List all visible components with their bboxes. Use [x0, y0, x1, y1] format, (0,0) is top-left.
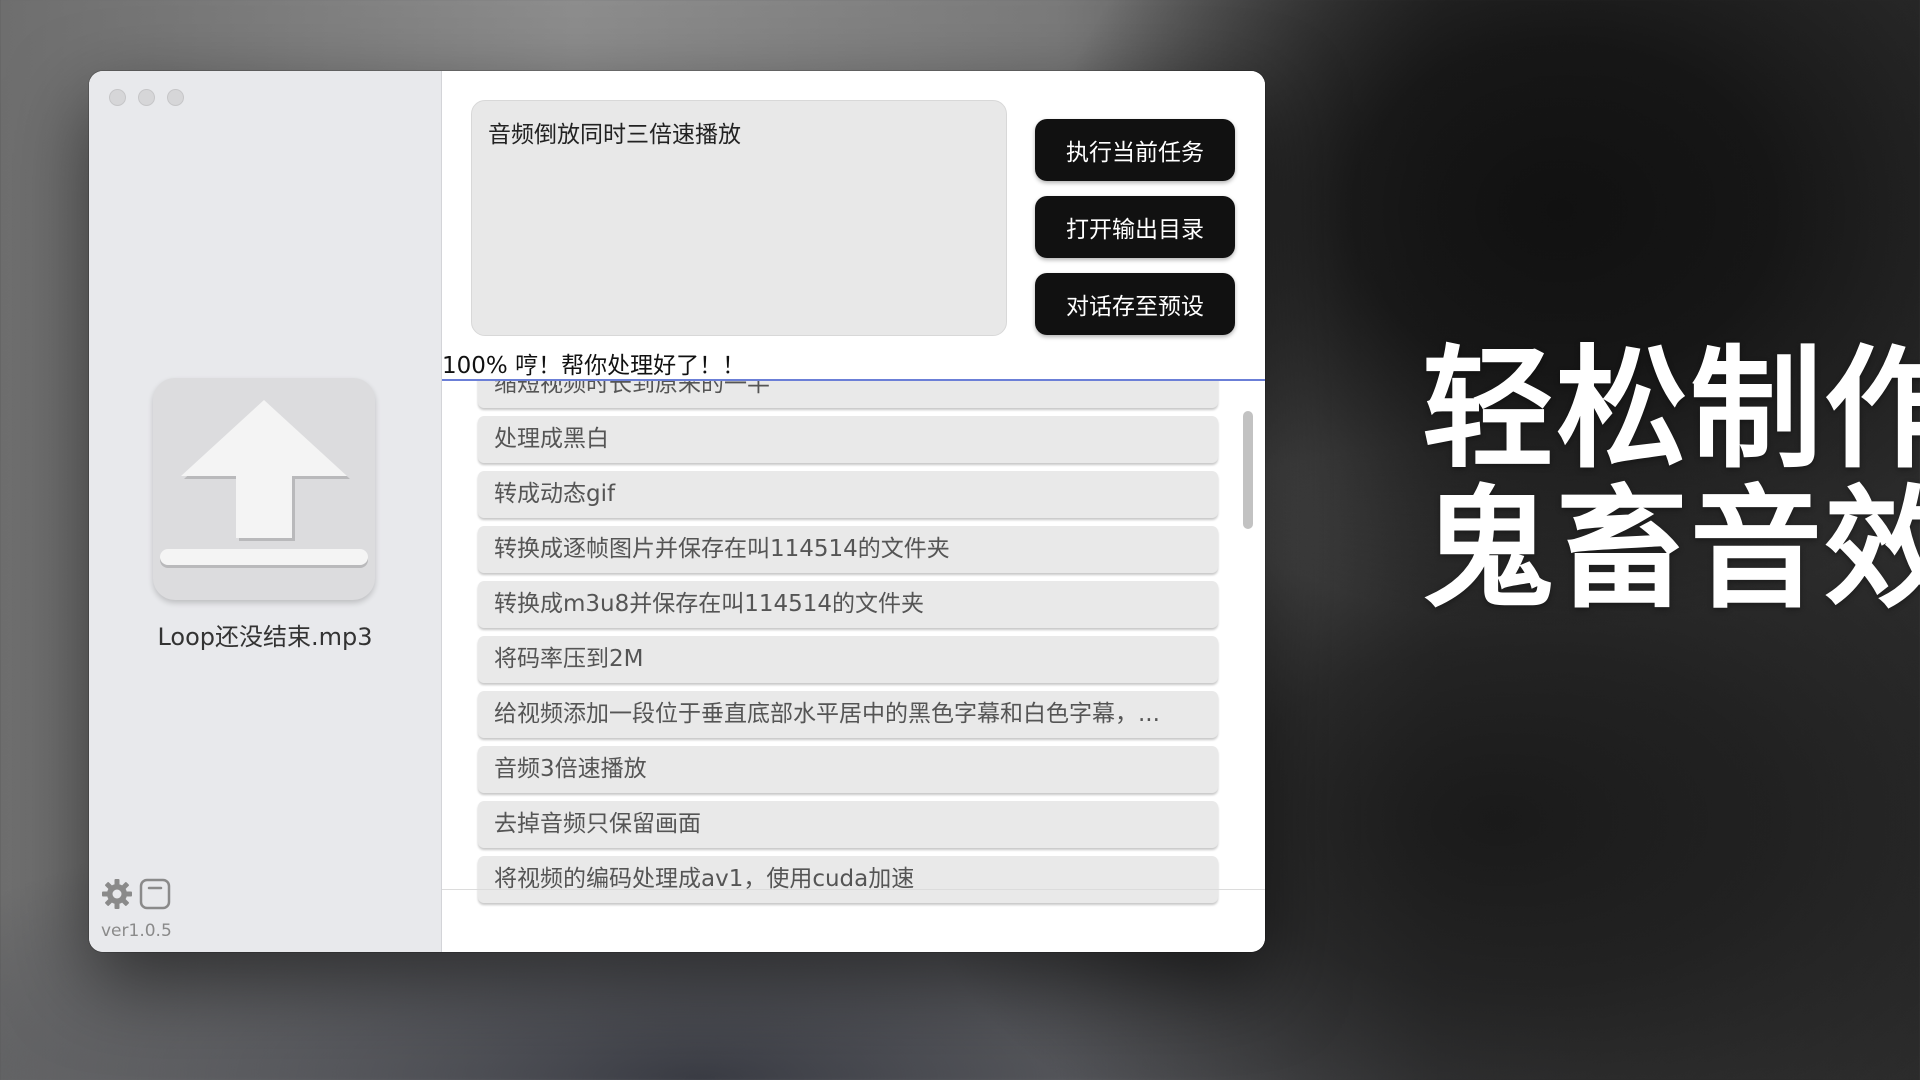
- preset-item[interactable]: 将视频的编码处理成av1，使用cuda加速: [478, 856, 1218, 903]
- preset-item[interactable]: 缩短视频时长到原来的一半: [478, 381, 1218, 408]
- upload-arrow-icon: [160, 400, 368, 568]
- open-output-folder-button[interactable]: 打开输出目录: [1035, 196, 1235, 258]
- preset-item[interactable]: 给视频添加一段位于垂直底部水平居中的黑色字幕和白色字幕，...: [478, 691, 1218, 738]
- prompt-input[interactable]: 音频倒放同时三倍速播放: [471, 100, 1007, 336]
- window-icon[interactable]: [139, 878, 171, 914]
- promo-headline: 轻松制作 鬼畜音效: [1422, 340, 1920, 620]
- version-label: ver1.0.5: [101, 921, 172, 941]
- main-panel: 音频倒放同时三倍速播放 执行当前任务 打开输出目录 对话存至预设 100% 哼！…: [442, 71, 1265, 952]
- app-window: Loop还没结束.mp3 ver1.0.5 音频倒放同时三倍速播放 执行当前任务…: [89, 71, 1265, 952]
- preset-item[interactable]: 处理成黑白: [478, 416, 1218, 463]
- promo-line-2: 鬼畜音效: [1422, 473, 1920, 627]
- close-window-button[interactable]: [109, 89, 126, 106]
- window-controls: [109, 89, 184, 106]
- preset-item[interactable]: 转换成逐帧图片并保存在叫114514的文件夹: [478, 526, 1218, 573]
- sidebar: Loop还没结束.mp3 ver1.0.5: [89, 71, 442, 952]
- minimize-window-button[interactable]: [138, 89, 155, 106]
- preset-list: 缩短视频时长到原来的一半 处理成黑白 转成动态gif 转换成逐帧图片并保存在叫1…: [442, 381, 1265, 952]
- sidebar-footer-icons: [101, 878, 171, 914]
- zoom-window-button[interactable]: [167, 89, 184, 106]
- save-preset-button[interactable]: 对话存至预设: [1035, 273, 1235, 335]
- run-task-button[interactable]: 执行当前任务: [1035, 119, 1235, 181]
- preset-item[interactable]: 将码率压到2M: [478, 636, 1218, 683]
- file-drop-zone[interactable]: [153, 378, 375, 600]
- preset-item[interactable]: 去掉音频只保留画面: [478, 801, 1218, 848]
- promo-line-1: 轻松制作: [1422, 333, 1920, 487]
- gear-icon[interactable]: [101, 878, 133, 914]
- preset-item[interactable]: 转成动态gif: [478, 471, 1218, 518]
- preset-item[interactable]: 音频3倍速播放: [478, 746, 1218, 793]
- status-message: 100% 哼！帮你处理好了！！: [442, 353, 746, 379]
- list-bottom-border: [442, 889, 1265, 890]
- selected-file-name: Loop还没结束.mp3: [157, 623, 373, 651]
- list-scrollbar[interactable]: [1243, 411, 1253, 529]
- preset-item[interactable]: 转换成m3u8并保存在叫114514的文件夹: [478, 581, 1218, 628]
